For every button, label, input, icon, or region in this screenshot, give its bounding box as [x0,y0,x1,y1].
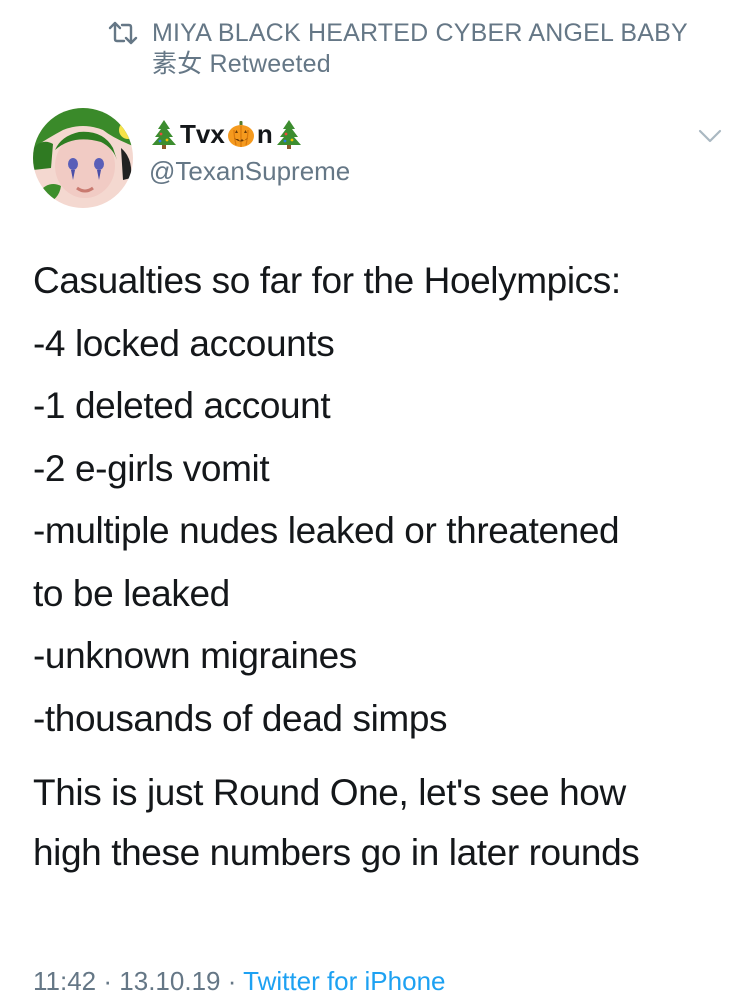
christmas-tree-icon [152,120,176,149]
tweet-line: to be leaked [33,572,230,614]
christmas-tree-icon [276,120,301,149]
tweet-meta: 11:42 · 13.10.19 · Twitter for iPhone [33,964,445,998]
tweet-line: -thousands of dead simps [33,697,448,739]
jack-o-lantern-icon [227,121,254,147]
tweet-line: -multiple nudes leaked or threatened [33,510,620,551]
retweeted-label: 素女 Retweeted [152,50,331,78]
tweet-line: -2 e-girls vomit [33,447,270,489]
avatar[interactable] [33,108,133,208]
tweet-line: Casualties so far for the Hoelympics: [33,260,621,301]
tweet-paragraph: Casualties so far for the Hoelympics: -4… [33,250,723,750]
tweet-source-link[interactable]: Twitter for iPhone [243,966,445,996]
retweeter-name: MIYA BLACK HEARTED CYBER ANGEL BABY [152,19,688,47]
user-handle[interactable]: @TexanSupreme [149,154,350,188]
retweet-icon [108,21,138,45]
tweet-time[interactable]: 11:42 [33,966,96,996]
meta-separator: · [103,966,113,996]
avatar-image [33,108,133,208]
tweet-date[interactable]: 13.10.19 [119,966,220,996]
display-name-part1: Tvx [180,119,225,149]
tweet-paragraph: This is just Round One, let's see how hi… [33,763,723,883]
tweet-line: -4 locked accounts [33,322,335,364]
tweet-text: Casualties so far for the Hoelympics: -4… [33,250,723,883]
display-name-part2: n [256,119,273,149]
tweet-line: high these numbers go in later rounds [33,832,640,873]
tweet-line: -1 deleted account [33,385,331,426]
tweet-line: -unknown migraines [33,635,357,676]
display-name[interactable]: Tvx n [149,118,350,150]
tweet-line: This is just Round One, let's see how [33,772,626,813]
tweet-header: Tvx n @TexanSupreme [33,108,723,208]
user-names: Tvx n @TexanSupreme [149,118,350,188]
retweet-context[interactable]: MIYA BLACK HEARTED CYBER ANGEL BABY 素女 R… [108,18,688,80]
retweet-text: MIYA BLACK HEARTED CYBER ANGEL BABY 素女 R… [152,18,688,80]
chevron-down-icon[interactable] [697,126,723,146]
meta-separator: · [227,966,237,996]
